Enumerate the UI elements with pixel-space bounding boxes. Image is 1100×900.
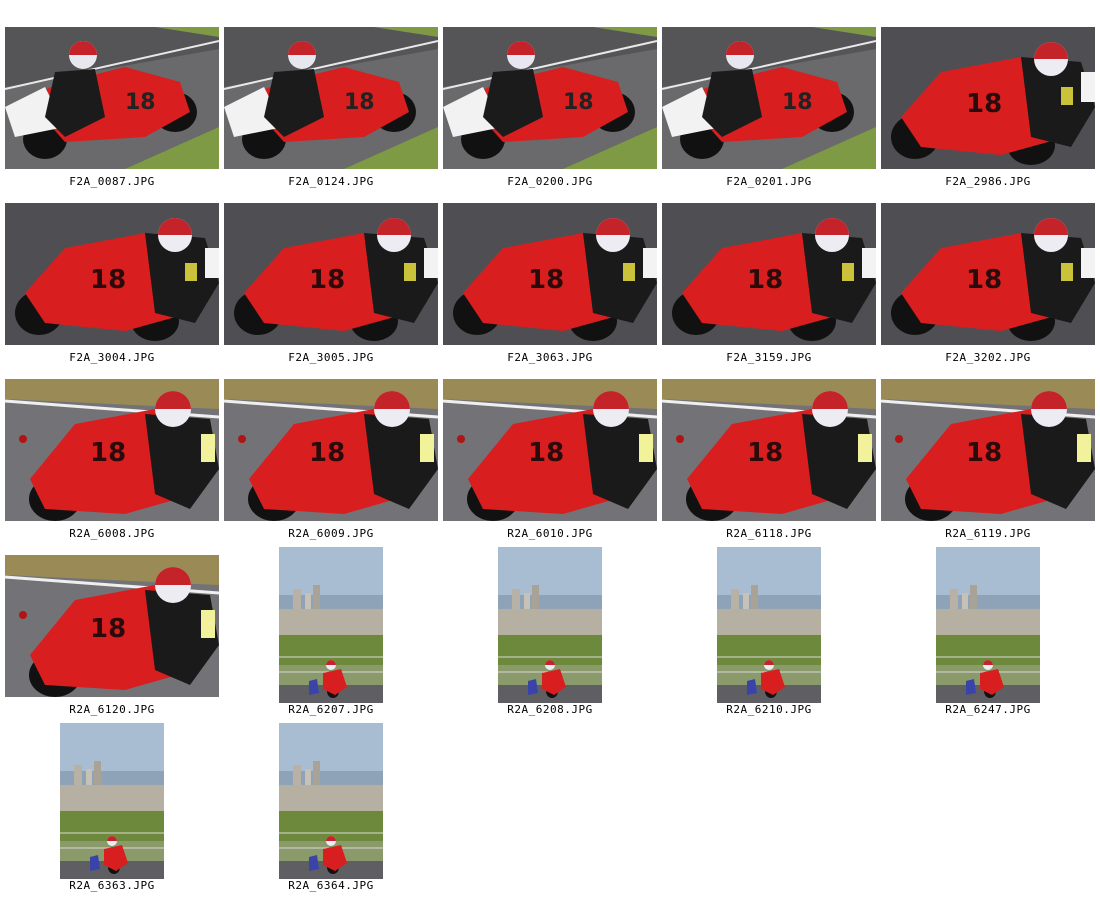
thumbnail-filename[interactable]: F2A_0200.JPG bbox=[443, 175, 657, 188]
svg-text:18: 18 bbox=[309, 265, 345, 295]
thumbnail-filename[interactable]: R2A_6120.JPG bbox=[5, 703, 219, 716]
thumbnail-item[interactable]: 18 F2A_3005.JPG bbox=[224, 203, 438, 375]
thumbnail-image[interactable]: 18 bbox=[443, 27, 657, 169]
thumbnail-filename[interactable]: R2A_6118.JPG bbox=[662, 527, 876, 540]
thumbnail-image[interactable]: 18 bbox=[224, 379, 438, 521]
thumbnail-item[interactable]: 18 R2A_6120.JPG bbox=[5, 555, 219, 727]
thumbnail-image[interactable]: 18 bbox=[443, 379, 657, 521]
thumbnail-item[interactable]: 18 F2A_3202.JPG bbox=[881, 203, 1095, 375]
thumbnail-item[interactable]: R2A_6363.JPG bbox=[5, 723, 219, 900]
thumbnail-filename[interactable]: F2A_2986.JPG bbox=[881, 175, 1095, 188]
thumbnail-item[interactable]: 18 R2A_6009.JPG bbox=[224, 379, 438, 551]
thumbnail-item[interactable]: 18 F2A_0200.JPG bbox=[443, 27, 657, 199]
thumbnail-filename[interactable]: R2A_6210.JPG bbox=[662, 703, 876, 716]
svg-text:18: 18 bbox=[966, 89, 1002, 119]
thumbnail-filename[interactable]: R2A_6008.JPG bbox=[5, 527, 219, 540]
thumbnail-item[interactable]: 18 F2A_3004.JPG bbox=[5, 203, 219, 375]
thumbnail-filename[interactable]: F2A_3005.JPG bbox=[224, 351, 438, 364]
thumbnail-filename[interactable]: F2A_3159.JPG bbox=[662, 351, 876, 364]
thumbnail-image[interactable]: 18 bbox=[5, 203, 219, 345]
svg-text:18: 18 bbox=[125, 90, 156, 115]
thumbnail-image[interactable]: 18 bbox=[5, 555, 219, 697]
svg-text:18: 18 bbox=[782, 90, 813, 115]
thumbnail-filename[interactable]: R2A_6119.JPG bbox=[881, 527, 1095, 540]
svg-text:18: 18 bbox=[966, 438, 1002, 468]
thumbnail-image[interactable]: 18 bbox=[443, 203, 657, 345]
thumbnail-filename[interactable]: F2A_3202.JPG bbox=[881, 351, 1095, 364]
thumbnail-filename[interactable]: R2A_6363.JPG bbox=[5, 879, 219, 892]
thumbnail-image[interactable] bbox=[279, 547, 383, 703]
svg-text:18: 18 bbox=[344, 90, 375, 115]
thumbnail-filename[interactable]: F2A_0201.JPG bbox=[662, 175, 876, 188]
thumbnail-item[interactable]: 18 F2A_2986.JPG bbox=[881, 27, 1095, 199]
thumbnail-image[interactable] bbox=[279, 723, 383, 879]
svg-text:18: 18 bbox=[563, 90, 594, 115]
svg-text:18: 18 bbox=[90, 614, 126, 644]
svg-text:18: 18 bbox=[528, 438, 564, 468]
thumbnail-item[interactable]: 18 F2A_0087.JPG bbox=[5, 27, 219, 199]
thumbnail-image[interactable]: 18 bbox=[5, 379, 219, 521]
svg-text:18: 18 bbox=[966, 265, 1002, 295]
thumbnail-item[interactable]: 18 R2A_6010.JPG bbox=[443, 379, 657, 551]
thumbnail-item[interactable]: R2A_6210.JPG bbox=[662, 547, 876, 727]
svg-text:18: 18 bbox=[90, 265, 126, 295]
thumbnail-image[interactable]: 18 bbox=[5, 27, 219, 169]
thumbnail-filename[interactable]: R2A_6247.JPG bbox=[881, 703, 1095, 716]
thumbnail-image[interactable]: 18 bbox=[662, 379, 876, 521]
thumbnail-image[interactable]: 18 bbox=[224, 27, 438, 169]
svg-text:18: 18 bbox=[747, 265, 783, 295]
thumbnail-filename[interactable]: F2A_3063.JPG bbox=[443, 351, 657, 364]
thumbnail-filename[interactable]: R2A_6010.JPG bbox=[443, 527, 657, 540]
thumbnail-gallery: 18 F2A_0087.JPG 18 F2A_0124.JPG 18 F2A_0… bbox=[0, 0, 1100, 900]
thumbnail-filename[interactable]: F2A_0124.JPG bbox=[224, 175, 438, 188]
thumbnail-image[interactable] bbox=[498, 547, 602, 703]
thumbnail-item[interactable]: R2A_6247.JPG bbox=[881, 547, 1095, 727]
thumbnail-filename[interactable]: F2A_0087.JPG bbox=[5, 175, 219, 188]
thumbnail-image[interactable]: 18 bbox=[881, 27, 1095, 169]
thumbnail-item[interactable]: 18 R2A_6119.JPG bbox=[881, 379, 1095, 551]
svg-text:18: 18 bbox=[309, 438, 345, 468]
thumbnail-image[interactable] bbox=[717, 547, 821, 703]
thumbnail-filename[interactable]: R2A_6207.JPG bbox=[224, 703, 438, 716]
thumbnail-item[interactable]: 18 F2A_0124.JPG bbox=[224, 27, 438, 199]
thumbnail-image[interactable]: 18 bbox=[662, 203, 876, 345]
thumbnail-filename[interactable]: F2A_3004.JPG bbox=[5, 351, 219, 364]
svg-text:18: 18 bbox=[90, 438, 126, 468]
thumbnail-filename[interactable]: R2A_6009.JPG bbox=[224, 527, 438, 540]
thumbnail-image[interactable] bbox=[60, 723, 164, 879]
thumbnail-filename[interactable]: R2A_6208.JPG bbox=[443, 703, 657, 716]
thumbnail-item[interactable]: 18 R2A_6118.JPG bbox=[662, 379, 876, 551]
thumbnail-item[interactable]: 18 F2A_3063.JPG bbox=[443, 203, 657, 375]
thumbnail-image[interactable]: 18 bbox=[662, 27, 876, 169]
thumbnail-filename[interactable]: R2A_6364.JPG bbox=[224, 879, 438, 892]
svg-text:18: 18 bbox=[747, 438, 783, 468]
thumbnail-item[interactable]: R2A_6364.JPG bbox=[224, 723, 438, 900]
svg-text:18: 18 bbox=[528, 265, 564, 295]
thumbnail-image[interactable] bbox=[936, 547, 1040, 703]
thumbnail-image[interactable]: 18 bbox=[881, 379, 1095, 521]
thumbnail-item[interactable]: R2A_6207.JPG bbox=[224, 547, 438, 727]
thumbnail-image[interactable]: 18 bbox=[881, 203, 1095, 345]
thumbnail-item[interactable]: 18 F2A_0201.JPG bbox=[662, 27, 876, 199]
thumbnail-item[interactable]: R2A_6208.JPG bbox=[443, 547, 657, 727]
thumbnail-item[interactable]: 18 R2A_6008.JPG bbox=[5, 379, 219, 551]
thumbnail-image[interactable]: 18 bbox=[224, 203, 438, 345]
thumbnail-item[interactable]: 18 F2A_3159.JPG bbox=[662, 203, 876, 375]
